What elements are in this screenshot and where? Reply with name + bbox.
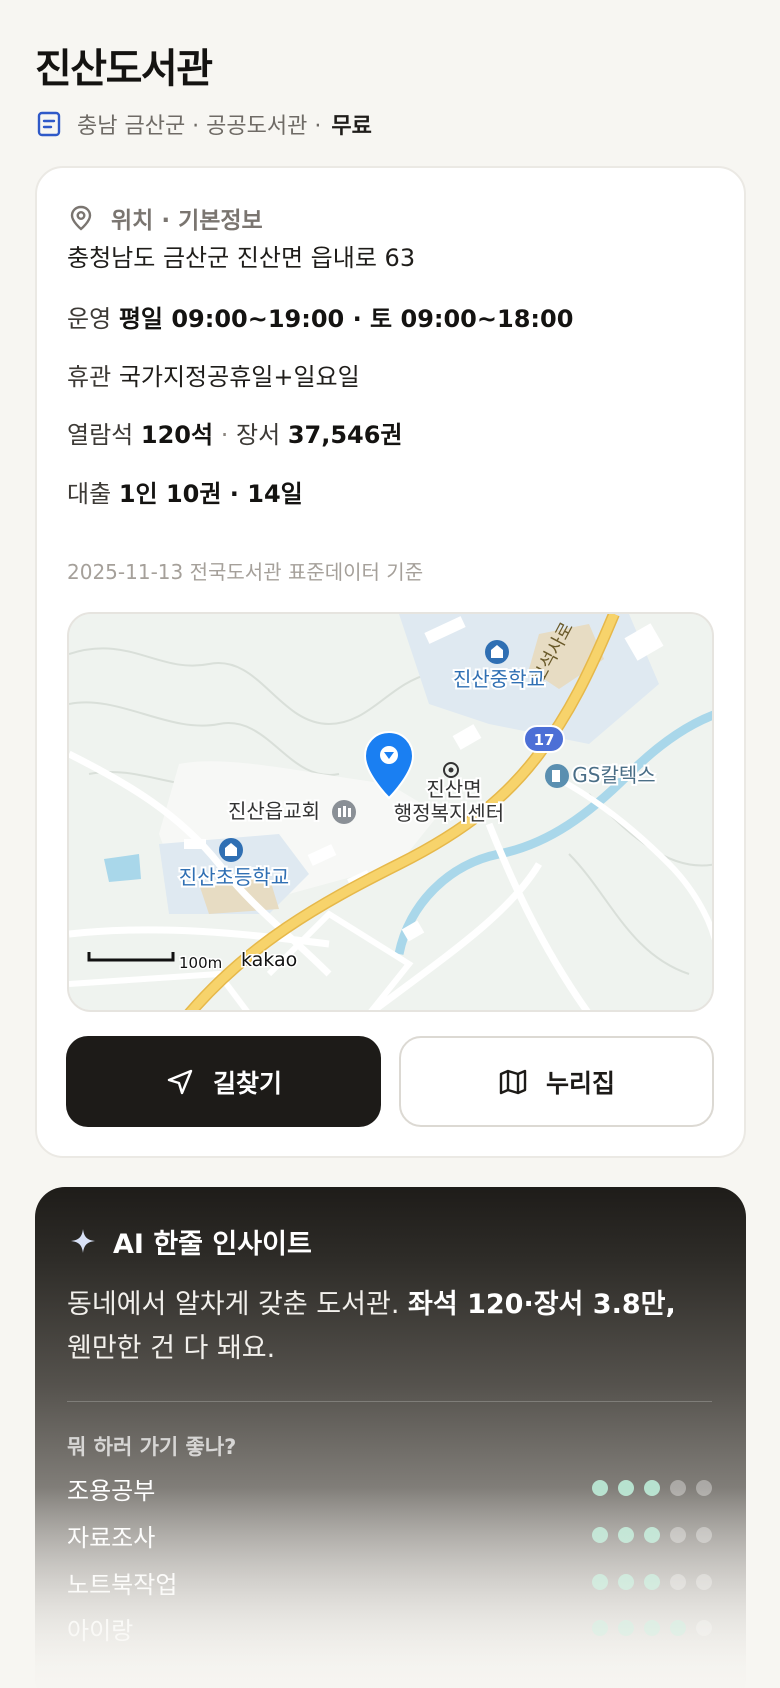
- loan-row: 대출 1인 10권 · 14일: [67, 474, 303, 509]
- books-label: 장서: [236, 421, 281, 449]
- books-value: 37,546권: [287, 421, 403, 449]
- info-card: 위치 · 기본정보 충청남도 금산군 진산면 읍내로 63 운영 평일 09:0…: [35, 166, 746, 1158]
- location-pin-icon: [67, 204, 95, 232]
- map-route-number: 17: [534, 731, 555, 749]
- rating-dot: [618, 1527, 634, 1543]
- rating-dot: [696, 1574, 712, 1590]
- rating-dot: [592, 1527, 608, 1543]
- loan-label: 대출: [67, 480, 112, 508]
- map-label-office-line2: 행정복지센터: [394, 801, 504, 825]
- ai-insight-text-bold: 좌석 120·장서 3.8만,: [408, 1289, 676, 1320]
- hours-value: 평일 09:00~19:00 · 토 09:00~18:00: [118, 305, 574, 333]
- activity-name: 조용공부: [67, 1476, 156, 1505]
- seats-value: 120석: [140, 421, 214, 449]
- ai-insight-text-tail: 웬만한 건 다 돼요.: [67, 1333, 276, 1364]
- map-label-elementary-school: 진산초등학교: [179, 865, 289, 889]
- rating-dot: [644, 1527, 660, 1543]
- activity-rating: [592, 1574, 712, 1590]
- region-category: 충남 금산군 · 공공도서관 ·: [77, 114, 322, 139]
- hours-row: 운영 평일 09:00~19:00 · 토 09:00~18:00: [67, 299, 573, 334]
- data-source-note: 2025-11-13 전국도서관 표준데이터 기준: [67, 560, 424, 584]
- activity-name: 자료조사: [67, 1523, 156, 1552]
- activity-question: 뭐 하러 가기 좋나?: [67, 1435, 237, 1459]
- rating-dot: [618, 1480, 634, 1496]
- rating-dot: [592, 1480, 608, 1496]
- closed-row: 휴관 국가지정공휴일+일요일: [67, 357, 360, 392]
- rating-dot: [644, 1574, 660, 1590]
- ai-insight-header: AI 한줄 인사이트: [69, 1221, 312, 1261]
- separator: ·: [220, 421, 229, 449]
- website-button[interactable]: 누리집: [399, 1036, 714, 1127]
- rating-dot: [670, 1480, 686, 1496]
- ai-insight-text: 동네에서 알차게 갖춘 도서관. 좌석 120·장서 3.8만, 웬만한 건 다…: [67, 1283, 717, 1371]
- rating-dot: [670, 1574, 686, 1590]
- map-label-office-line1: 진산면: [426, 777, 481, 801]
- activity-rating: [592, 1527, 712, 1543]
- map-label-church: 진산읍교회: [228, 799, 320, 823]
- ai-insight-text-plain: 동네에서 알차게 갖춘 도서관.: [67, 1289, 400, 1320]
- document-icon: [35, 110, 63, 138]
- map-icon: [498, 1067, 528, 1097]
- location-map[interactable]: 보석사로 17 진산중학교 진산초등학교 진산읍교회 진산면 행정복지센터 GS…: [67, 612, 714, 1012]
- page-title: 진산도서관: [35, 46, 213, 92]
- location-section-header: 위치 · 기본정보: [67, 200, 263, 236]
- rating-dot: [644, 1480, 660, 1496]
- loan-value: 1인 10권 · 14일: [118, 480, 303, 508]
- rating-dot: [592, 1574, 608, 1590]
- activity-name: 아이랑: [67, 1616, 134, 1645]
- website-button-label: 누리집: [545, 1068, 615, 1098]
- rating-dot: [618, 1574, 634, 1590]
- library-meta: 충남 금산군 · 공공도서관 · 무료: [35, 106, 372, 142]
- activity-row: 자료조사: [67, 1518, 712, 1552]
- closed-value: 국가지정공휴일+일요일: [118, 363, 360, 391]
- location-section-title: 위치 · 기본정보: [111, 208, 263, 234]
- sparkle-icon: [69, 1227, 97, 1255]
- rating-dot: [618, 1620, 634, 1636]
- map-scale-label: 100m: [179, 954, 222, 972]
- rating-dot: [696, 1620, 712, 1636]
- closed-label: 휴관: [67, 363, 112, 391]
- rating-dot: [670, 1527, 686, 1543]
- activity-row: 노트북작업: [67, 1565, 712, 1599]
- directions-button[interactable]: 길찾기: [66, 1036, 381, 1127]
- rating-dot: [670, 1620, 686, 1636]
- ai-insight-title: AI 한줄 인사이트: [113, 1228, 312, 1260]
- ai-insight-card: AI 한줄 인사이트 동네에서 알차게 갖춘 도서관. 좌석 120·장서 3.…: [35, 1187, 746, 1688]
- navigation-arrow-icon: [165, 1067, 195, 1097]
- activity-row: 아이랑: [67, 1611, 712, 1645]
- library-detail-page: 진산도서관 충남 금산군 · 공공도서관 · 무료 위치 · 기본정보 충청남도…: [0, 0, 780, 1688]
- hours-label: 운영: [67, 305, 112, 333]
- map-label-gas-station: GS칼텍스: [572, 763, 655, 787]
- activity-rating: [592, 1480, 712, 1496]
- activity-rating: [592, 1620, 712, 1636]
- activity-row: 조용공부: [67, 1471, 712, 1505]
- rating-dot: [696, 1527, 712, 1543]
- rating-dot: [592, 1620, 608, 1636]
- seats-label: 열람석: [67, 421, 134, 449]
- activity-name: 노트북작업: [67, 1570, 178, 1599]
- address: 충청남도 금산군 진산면 읍내로 63: [67, 244, 416, 272]
- directions-button-label: 길찾기: [212, 1068, 282, 1098]
- rating-dot: [696, 1480, 712, 1496]
- map-brand-logo: kakao: [241, 949, 297, 971]
- fee-badge: 무료: [331, 114, 372, 139]
- rating-dot: [644, 1620, 660, 1636]
- capacity-row: 열람석 120석 · 장서 37,546권: [67, 415, 403, 450]
- map-label-middle-school: 진산중학교: [453, 667, 545, 691]
- divider: [67, 1401, 712, 1402]
